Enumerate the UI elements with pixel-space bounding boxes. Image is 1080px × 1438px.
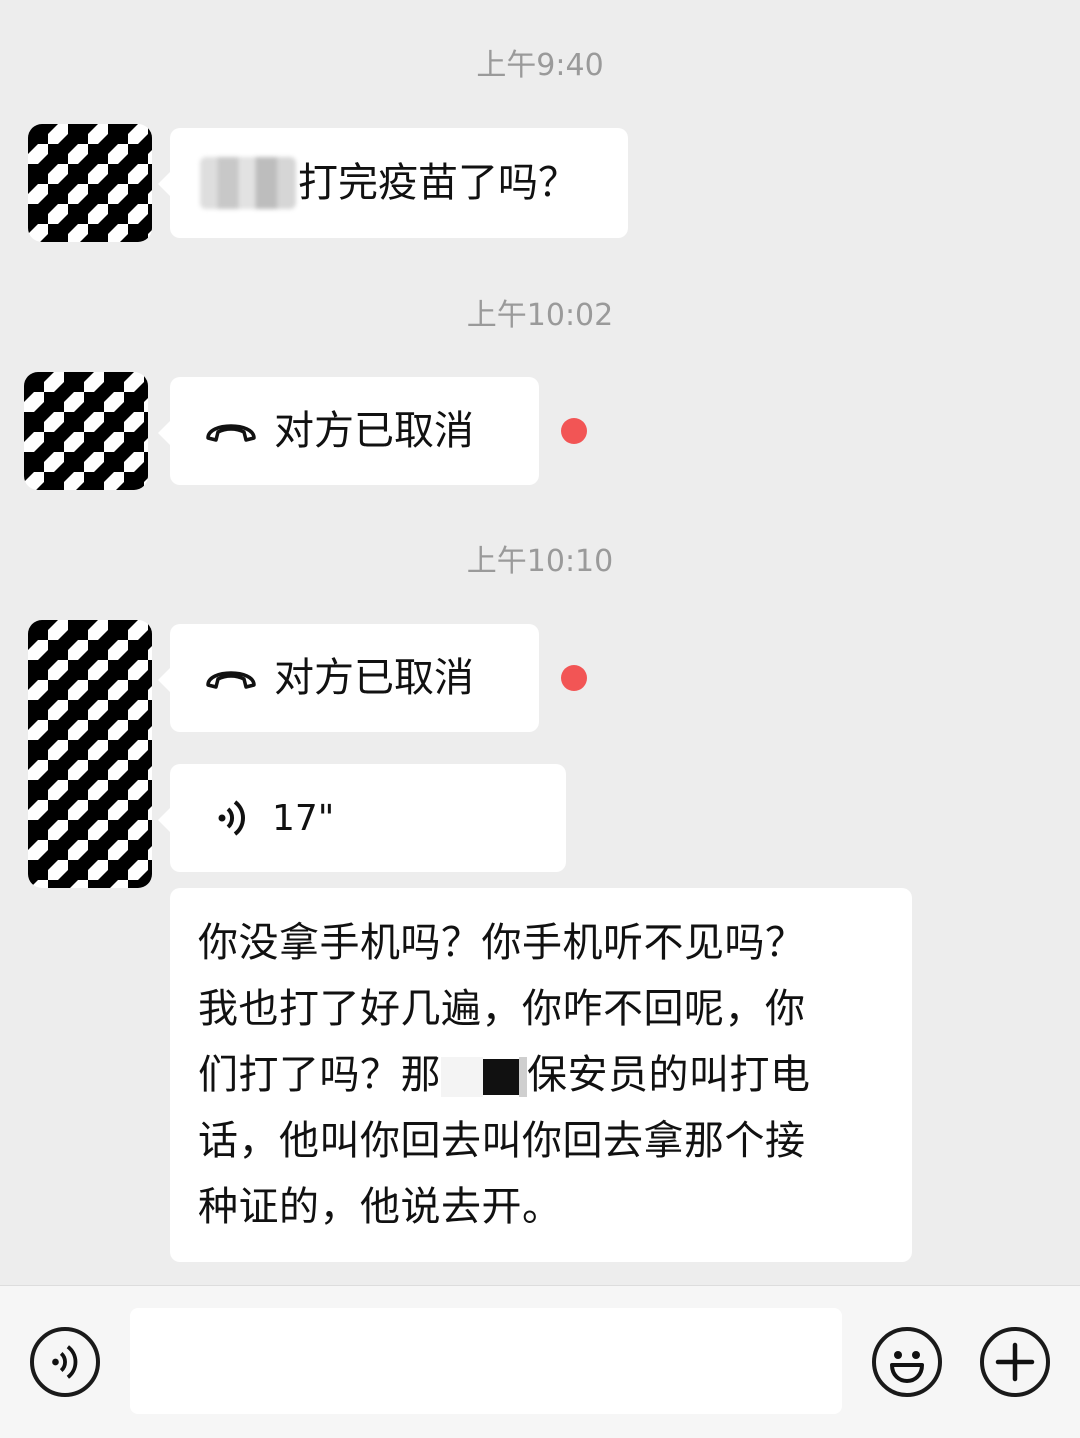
redaction-block bbox=[441, 1057, 483, 1097]
message-line: 们打了吗？那 保安员的叫打电 bbox=[198, 1042, 886, 1108]
message-fragment: 保安员的叫打电 bbox=[527, 1052, 811, 1098]
sound-wave-icon bbox=[218, 800, 245, 836]
more-button[interactable] bbox=[980, 1327, 1050, 1397]
timestamp: 上午10:10 bbox=[466, 544, 614, 579]
timestamp: 上午10:02 bbox=[466, 298, 614, 333]
message-line: 你没拿手机吗？你手机听不见吗？ bbox=[198, 920, 806, 966]
phone-hangup-icon bbox=[206, 671, 256, 689]
avatar[interactable] bbox=[24, 372, 148, 490]
input-bar bbox=[0, 1285, 1080, 1438]
message-input[interactable] bbox=[130, 1308, 842, 1414]
smiley-icon bbox=[890, 1351, 924, 1383]
message-text: 你没拿手机吗？你手机听不见吗？ 我也打了好几遍，你咋不回呢，你 们打了吗？那 保安… bbox=[170, 888, 912, 1262]
message-line: 我也打了好几遍，你咋不回呢，你 bbox=[198, 986, 806, 1032]
message-text: 打完疫苗了吗？ bbox=[298, 160, 578, 206]
call-record-bubble[interactable]: 对方已取消 bbox=[158, 377, 539, 485]
message-bubble[interactable]: 你没拿手机吗？你手机听不见吗？ 我也打了好几遍，你咋不回呢，你 们打了吗？那 保安… bbox=[170, 888, 912, 1262]
redacted-name bbox=[200, 157, 296, 209]
call-status-text: 对方已取消 bbox=[274, 655, 474, 701]
voice-duration: 17" bbox=[272, 797, 335, 839]
timestamp: 上午9:40 bbox=[476, 48, 604, 83]
redaction-block bbox=[483, 1059, 519, 1095]
voice-message-bubble[interactable]: 17" bbox=[158, 764, 566, 872]
voice-toggle-button[interactable] bbox=[30, 1327, 100, 1397]
plus-icon bbox=[995, 1342, 1035, 1382]
message-bubble[interactable]: 打完疫苗了吗？ bbox=[158, 128, 628, 238]
message-fragment: 们打了吗？那 bbox=[198, 1052, 441, 1098]
redaction-block bbox=[519, 1057, 527, 1097]
unread-dot bbox=[561, 418, 587, 444]
message-line: 种证的，他说去开。 bbox=[198, 1184, 563, 1230]
call-status-text: 对方已取消 bbox=[274, 408, 474, 454]
phone-hangup-icon bbox=[206, 424, 256, 442]
emoji-button[interactable] bbox=[872, 1327, 942, 1397]
message-line: 话，他叫你回去叫你回去拿那个接 bbox=[198, 1118, 806, 1164]
avatar[interactable] bbox=[28, 620, 152, 888]
chat-area: 上午9:40 打完疫苗了吗？ 上午10:02 对方已取消 上午10:10 对方已… bbox=[0, 0, 1080, 1285]
avatar[interactable] bbox=[28, 124, 152, 242]
call-record-bubble[interactable]: 对方已取消 bbox=[158, 624, 539, 732]
unread-dot bbox=[561, 665, 587, 691]
voice-icon bbox=[52, 1345, 78, 1379]
